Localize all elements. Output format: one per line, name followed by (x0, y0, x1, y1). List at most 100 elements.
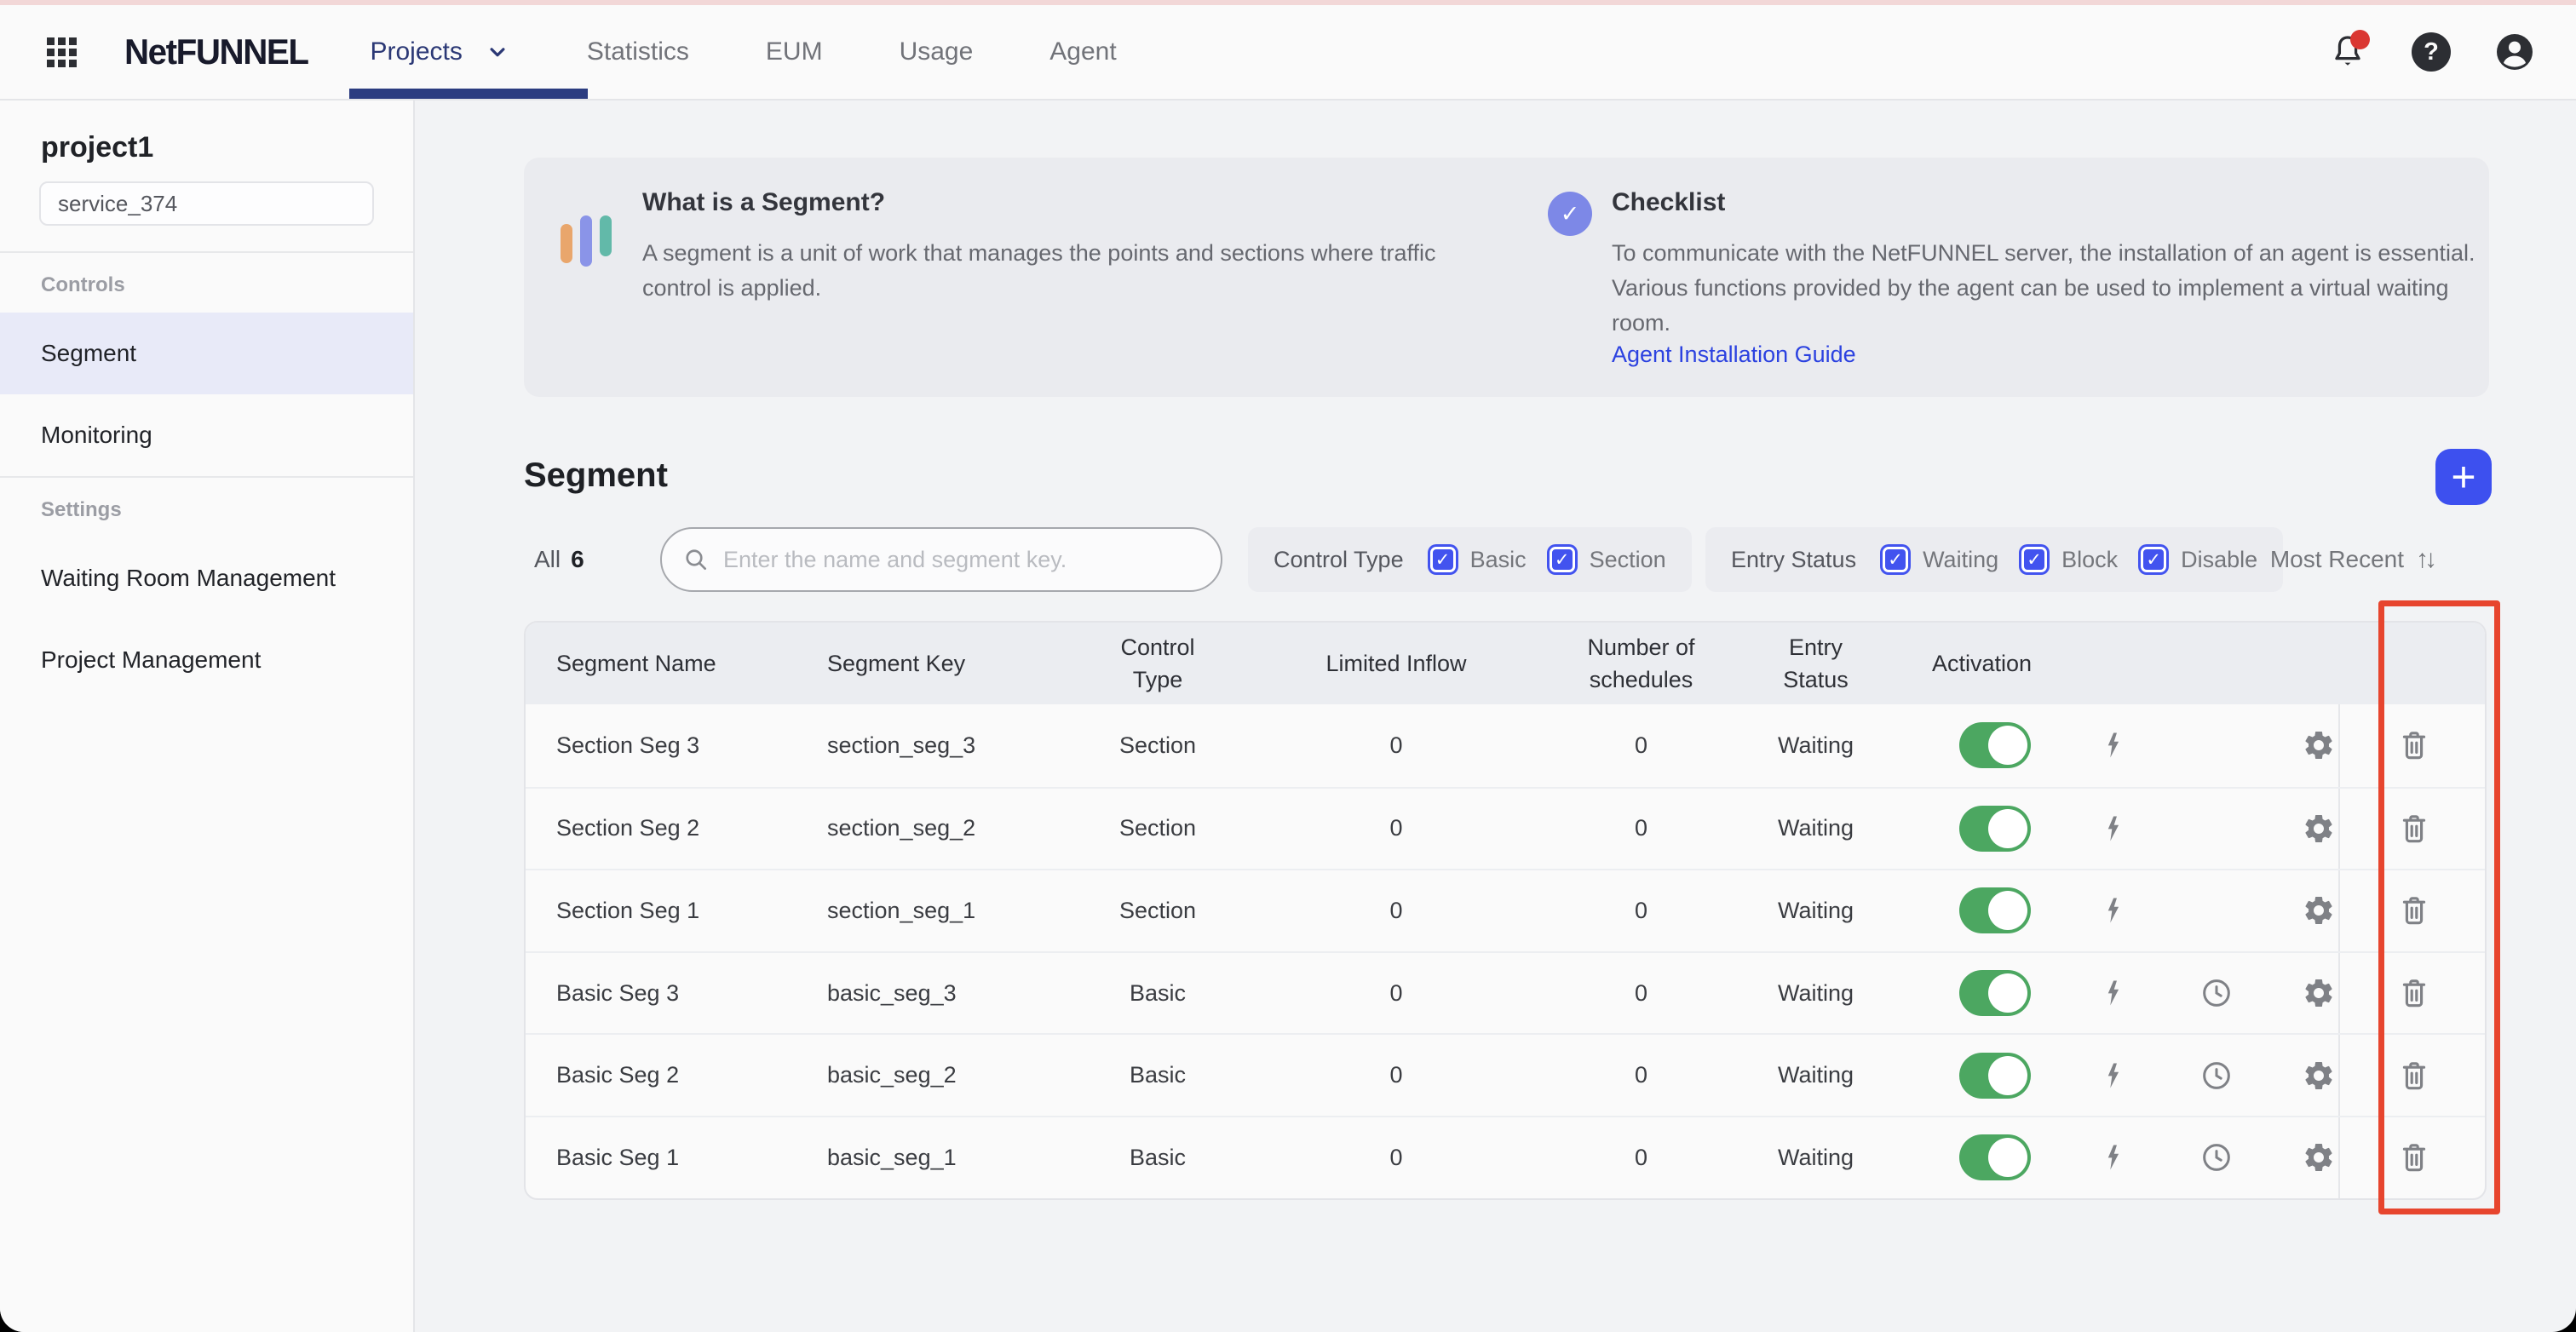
traffic-bolt-icon[interactable] (2096, 1057, 2133, 1094)
info-banner: What is a Segment? A segment is a unit o… (524, 158, 2489, 397)
apps-grid-icon[interactable] (47, 37, 77, 67)
nav-eum[interactable]: EUM (766, 37, 823, 66)
control-type-cell: Basic (1129, 1144, 1187, 1170)
activation-cell (1877, 1134, 2338, 1181)
table-row: Basic Seg 1 basic_seg_1 Basic 0 0 Waitin… (526, 1115, 2485, 1198)
activation-toggle[interactable] (1959, 805, 2031, 852)
activation-toggle[interactable] (1959, 1052, 2031, 1099)
settings-gear-icon[interactable] (2300, 974, 2337, 1012)
segment-key-cell: basic_seg_1 (827, 1144, 957, 1170)
activation-toggle[interactable] (1959, 722, 2031, 769)
checkbox-icon: ✓ (2019, 544, 2050, 575)
entry-status-cell: Waiting (1777, 979, 1854, 1006)
delete-trash-icon[interactable] (2395, 1057, 2433, 1094)
limited-inflow-cell: 0 (1389, 1062, 1403, 1088)
schedules-cell: 0 (1634, 732, 1648, 758)
entry-status-cell: Waiting (1777, 897, 1854, 923)
control-type-cell: Section (1118, 897, 1197, 923)
activation-toggle[interactable] (1959, 1134, 2031, 1181)
nav-projects[interactable]: Projects (371, 37, 510, 66)
entry-status-filter: Entry Status ✓ Waiting ✓ Block ✓ Disable (1705, 527, 2284, 592)
schedule-clock-icon[interactable] (2198, 1057, 2235, 1094)
service-selector[interactable]: service_374 (39, 181, 374, 226)
sidebar-item-waiting-room-management[interactable]: Waiting Room Management (0, 537, 413, 619)
checkbox-waiting[interactable]: ✓ Waiting (1880, 544, 1998, 575)
limited-inflow-cell: 0 (1389, 732, 1403, 758)
settings-gear-icon[interactable] (2300, 726, 2337, 764)
checkbox-icon: ✓ (2138, 544, 2170, 575)
add-segment-button[interactable]: + (2435, 449, 2492, 505)
table-body: Section Seg 3 section_seg_3 Section 0 0 … (526, 704, 2485, 1198)
traffic-bolt-icon[interactable] (2096, 810, 2133, 847)
segment-key-cell: basic_seg_3 (827, 979, 957, 1006)
checkbox-basic[interactable]: ✓ Basic (1427, 544, 1527, 575)
agent-installation-guide-link[interactable]: Agent Installation Guide (1612, 342, 1856, 368)
schedules-cell: 0 (1634, 1062, 1648, 1088)
activation-cell (1877, 805, 2338, 852)
activation-toggle[interactable] (1959, 970, 2031, 1017)
activation-cell (1877, 722, 2338, 769)
schedules-cell: 0 (1634, 1144, 1648, 1170)
entry-status-cell: Waiting (1777, 732, 1854, 758)
checkbox-section[interactable]: ✓ Section (1546, 544, 1666, 575)
delete-cell (2338, 1035, 2485, 1116)
segment-key-cell: section_seg_1 (827, 897, 976, 923)
checklist-check-icon: ✓ (1548, 192, 1592, 236)
table-row: Section Seg 3 section_seg_3 Section 0 0 … (526, 704, 2485, 787)
schedule-clock-icon[interactable] (2198, 974, 2235, 1012)
checkbox-block[interactable]: ✓ Block (2019, 544, 2118, 575)
help-icon[interactable]: ? (2411, 32, 2452, 72)
notifications-bell-icon[interactable] (2327, 30, 2370, 72)
delete-trash-icon[interactable] (2395, 810, 2433, 847)
project-title: project1 (41, 131, 154, 164)
sidebar-item-segment[interactable]: Segment (0, 313, 413, 394)
delete-trash-icon[interactable] (2395, 726, 2433, 764)
traffic-bolt-icon[interactable] (2096, 974, 2133, 1012)
delete-trash-icon[interactable] (2395, 974, 2433, 1012)
activation-cell (1877, 887, 2338, 934)
settings-gear-icon[interactable] (2300, 1057, 2337, 1094)
checkbox-disable[interactable]: ✓ Disable (2138, 544, 2257, 575)
traffic-bolt-icon[interactable] (2096, 892, 2133, 929)
sidebar-item-monitoring[interactable]: Monitoring (0, 394, 413, 476)
checkbox-icon: ✓ (1880, 544, 1912, 575)
entry-status-label: Entry Status (1731, 546, 1857, 572)
control-type-filter: Control Type ✓ Basic ✓ Section (1248, 527, 1692, 592)
delete-cell (2338, 1117, 2485, 1198)
main-content: What is a Segment? A segment is a unit o… (417, 100, 2576, 1332)
search-input[interactable] (660, 527, 1222, 592)
notification-badge (2350, 30, 2370, 49)
delete-trash-icon[interactable] (2395, 892, 2433, 929)
nav-usage[interactable]: Usage (900, 37, 974, 66)
main-nav: Projects Statistics EUM Usage Agent (371, 37, 1117, 66)
settings-gear-icon[interactable] (2300, 1139, 2337, 1176)
segment-name-cell: Basic Seg 2 (556, 1062, 680, 1088)
segment-bars-icon (561, 215, 612, 267)
delete-cell (2338, 788, 2485, 870)
activation-toggle[interactable] (1959, 887, 2031, 934)
segment-key-cell: section_seg_3 (827, 732, 976, 758)
sidebar-item-project-management[interactable]: Project Management (0, 619, 413, 701)
sort-control[interactable]: Most Recent ↑↓ (2270, 527, 2437, 592)
what-is-segment-title: What is a Segment? (642, 188, 886, 216)
schedules-cell: 0 (1634, 897, 1648, 923)
delete-trash-icon[interactable] (2395, 1139, 2433, 1176)
account-icon[interactable] (2494, 32, 2535, 72)
what-is-segment-body: A segment is a unit of work that manages… (642, 240, 1436, 301)
limited-inflow-cell: 0 (1389, 1144, 1403, 1170)
control-type-cell: Section (1118, 732, 1197, 758)
settings-gear-icon[interactable] (2300, 810, 2337, 847)
total-count: All 6 (534, 546, 584, 572)
schedules-cell: 0 (1634, 979, 1648, 1006)
schedule-clock-icon[interactable] (2198, 1139, 2235, 1176)
table-row: Section Seg 1 section_seg_1 Section 0 0 … (526, 869, 2485, 951)
traffic-bolt-icon[interactable] (2096, 1139, 2133, 1176)
traffic-bolt-icon[interactable] (2096, 726, 2133, 764)
checkbox-icon: ✓ (1546, 544, 1578, 575)
active-nav-underline (349, 89, 588, 99)
checkbox-icon: ✓ (1427, 544, 1458, 575)
settings-gear-icon[interactable] (2300, 892, 2337, 929)
nav-agent[interactable]: Agent (1049, 37, 1116, 66)
nav-statistics[interactable]: Statistics (587, 37, 689, 66)
top-navbar: NetFUNNEL Projects Statistics EUM Usage … (0, 5, 2576, 100)
